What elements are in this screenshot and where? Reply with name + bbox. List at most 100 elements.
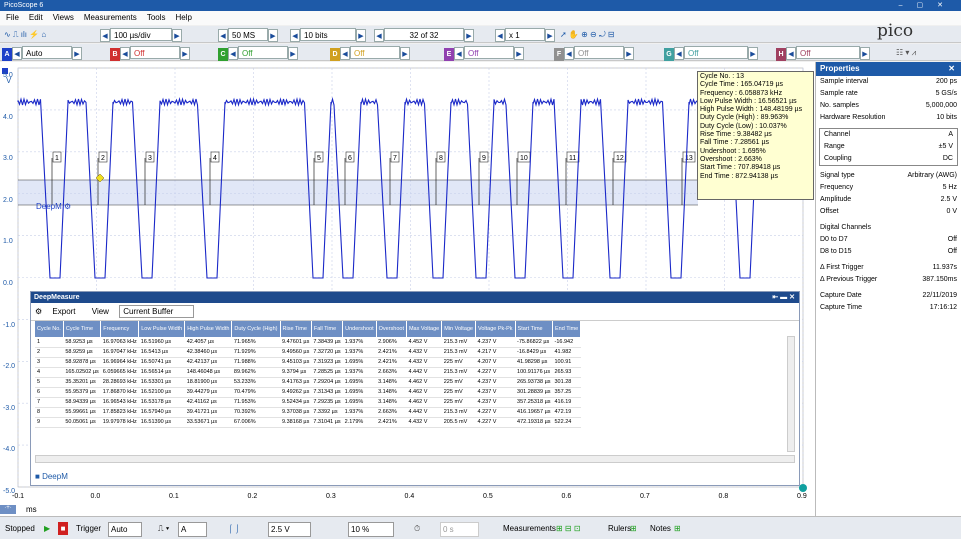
channel-g-down-button[interactable]: ◀	[674, 47, 684, 60]
resolution-control[interactable]: ◀ 10 bits ▶	[290, 28, 366, 42]
channel-c-range[interactable]: Off	[238, 46, 288, 59]
column-header[interactable]: Cycle Time	[63, 321, 102, 337]
timebase-up-button[interactable]: ▶	[172, 29, 182, 42]
timebase-select[interactable]: 100 µs/div	[110, 28, 172, 41]
channel-f-up-button[interactable]: ▶	[624, 47, 634, 60]
column-header[interactable]: Low Pulse Width	[138, 321, 186, 337]
samples-up-button[interactable]: ▶	[268, 29, 278, 42]
channel-h-up-button[interactable]: ▶	[860, 47, 870, 60]
delay-icon[interactable]: ⏱	[414, 522, 420, 535]
column-header[interactable]: High Pulse Width	[184, 321, 233, 337]
table-row[interactable]: 1 58.9253 µs 16.97063 kHz 16.51960 µs 42.405…	[35, 337, 581, 348]
deepmeasure-window[interactable]: DeepMeasure ⇤ ▬ ✕ ⚙ Export View Current B…	[30, 291, 800, 486]
channel-e-up-button[interactable]: ▶	[514, 47, 524, 60]
column-header[interactable]: End Time	[552, 321, 582, 337]
trigger-channel-select[interactable]: A	[178, 522, 208, 537]
buffer-select[interactable]: Current Buffer	[119, 305, 195, 318]
column-header[interactable]: Fall Time	[311, 321, 344, 337]
column-header[interactable]: Undershoot	[342, 321, 377, 337]
capture-next-button[interactable]: ▶	[464, 29, 474, 42]
channel-b-range[interactable]: Off	[130, 46, 180, 59]
export-button[interactable]: Export	[52, 307, 75, 316]
column-header[interactable]: Voltage Pk-Pk	[475, 321, 516, 337]
pretrigger-input[interactable]: 10 %	[348, 522, 395, 537]
capture-prev-button[interactable]: ◀	[374, 29, 384, 42]
table-row[interactable]: 2 58.9259 µs 16.97047 kHz 16.5413 µs 42.3846…	[35, 347, 581, 358]
table-row[interactable]: 6 55.95379 µs 17.86870 kHz 16.52100 µs 39.44…	[35, 387, 581, 398]
table-row[interactable]: 8 55.99661 µs 17.85823 kHz 16.57940 µs 39.41…	[35, 407, 581, 418]
window-controls[interactable]: –▢✕	[899, 0, 957, 11]
channel-e-control[interactable]: E ◀ Off ▶	[444, 46, 524, 61]
column-header[interactable]: Overshoot	[376, 321, 407, 337]
column-header[interactable]: Max Voltage	[406, 321, 443, 337]
timebase-down-button[interactable]: ◀	[100, 29, 110, 42]
column-header[interactable]: Rise Time	[280, 321, 312, 337]
column-header[interactable]: Min Voltage	[441, 321, 476, 337]
trigger-type-icon[interactable]: ⎍ ▾	[158, 522, 169, 535]
column-header[interactable]: Duty Cycle (High)	[231, 321, 281, 337]
resolution-up-button[interactable]: ▶	[356, 29, 366, 42]
zoom-up-button[interactable]: ▶	[545, 29, 555, 42]
channel-d-control[interactable]: D ◀ Off ▶	[330, 46, 410, 61]
rulers-icon[interactable]: ⊞	[630, 522, 637, 535]
table-vertical-scrollbar[interactable]	[787, 336, 795, 452]
table-row[interactable]: 9 50.05061 µs 19.97978 kHz 16.51390 µs 33.53…	[35, 417, 581, 428]
menu-tools[interactable]: Tools	[147, 13, 166, 22]
channel-g-range[interactable]: Off	[684, 46, 748, 59]
resolution-select[interactable]: 10 bits	[300, 28, 356, 41]
samples-down-button[interactable]: ◀	[218, 29, 228, 42]
resolution-down-button[interactable]: ◀	[290, 29, 300, 42]
menu-help[interactable]: Help	[176, 13, 192, 22]
menu-measurements[interactable]: Measurements	[84, 13, 137, 22]
deepmeasure-window-controls[interactable]: ⇤ ▬ ✕	[772, 292, 795, 303]
start-button[interactable]: ▶	[44, 522, 50, 535]
channel-a-up-button[interactable]: ▶	[72, 47, 82, 60]
channel-h-down-button[interactable]: ◀	[786, 47, 796, 60]
settings-gear-icon[interactable]: ⚙	[35, 307, 42, 316]
close-icon[interactable]: ✕	[948, 62, 955, 76]
trigger-mode-select[interactable]: Auto	[108, 522, 143, 537]
table-row[interactable]: 5 35.35201 µs 28.28693 kHz 16.53301 µs 18.81…	[35, 377, 581, 388]
capture-counter[interactable]: 32 of 32	[384, 28, 464, 41]
channel-g-control[interactable]: G ◀ Off ▶	[664, 46, 758, 61]
channel-d-up-button[interactable]: ▶	[400, 47, 410, 60]
channel-f-control[interactable]: F ◀ Off ▶	[554, 46, 634, 61]
x-axis-ruler-handle[interactable]: ·+·	[0, 505, 16, 514]
zoom-control[interactable]: ◀ x 1 ▶	[495, 28, 555, 42]
menu-views[interactable]: Views	[53, 13, 74, 22]
channel-d-range[interactable]: Off	[350, 46, 400, 59]
channel-a-range[interactable]: Auto	[22, 46, 72, 59]
table-horizontal-scrollbar[interactable]	[35, 455, 795, 463]
samples-select[interactable]: 50 MS	[228, 28, 268, 41]
column-header[interactable]: Cycle No.	[35, 321, 64, 337]
table-row[interactable]: 7 58.94339 µs 16.96543 kHz 16.53178 µs 42.41…	[35, 397, 581, 408]
delay-input[interactable]: 0 s	[440, 522, 479, 537]
ruler-handle-icon[interactable]	[799, 484, 807, 492]
channel-e-down-button[interactable]: ◀	[454, 47, 464, 60]
column-header[interactable]: Start Time	[515, 321, 554, 337]
capture-navigator[interactable]: ◀ 32 of 32 ▶	[374, 28, 474, 42]
channel-c-up-button[interactable]: ▶	[288, 47, 298, 60]
add-measurement-icon[interactable]: ⊞ ⊟ ⊡	[556, 522, 581, 535]
timebase-control[interactable]: ◀ 100 µs/div ▶	[100, 28, 182, 42]
samples-control[interactable]: ◀ 50 MS ▶	[218, 28, 278, 42]
channel-a-down-button[interactable]: ◀	[12, 47, 22, 60]
channel-h-range[interactable]: Off	[796, 46, 860, 59]
channel-a-control[interactable]: A ◀ Auto ▶	[2, 46, 82, 61]
scope-mode-icon[interactable]: ∿ ⎍ ılı ⚡ ⌂	[4, 28, 46, 41]
channel-h-control[interactable]: H ◀ Off ▶	[776, 46, 870, 61]
channel-b-down-button[interactable]: ◀	[120, 47, 130, 60]
table-row[interactable]: 4 165.02502 µs 6.059665 kHz 16.56514 µs 148.…	[35, 367, 581, 378]
stop-button[interactable]: ■	[58, 522, 68, 535]
channel-g-up-button[interactable]: ▶	[748, 47, 758, 60]
table-row[interactable]: 3 58.92878 µs 16.96964 kHz 16.50741 µs 42.42…	[35, 357, 581, 368]
column-header[interactable]: Frequency	[100, 321, 140, 337]
menu-file[interactable]: File	[6, 13, 19, 22]
channel-f-down-button[interactable]: ◀	[564, 47, 574, 60]
channel-c-control[interactable]: C ◀ Off ▶	[218, 46, 298, 61]
channel-d-down-button[interactable]: ◀	[340, 47, 350, 60]
channel-f-range[interactable]: Off	[574, 46, 624, 59]
gear-icon[interactable]: ⚙	[64, 202, 71, 211]
zoom-down-button[interactable]: ◀	[495, 29, 505, 42]
menu-edit[interactable]: Edit	[29, 13, 43, 22]
